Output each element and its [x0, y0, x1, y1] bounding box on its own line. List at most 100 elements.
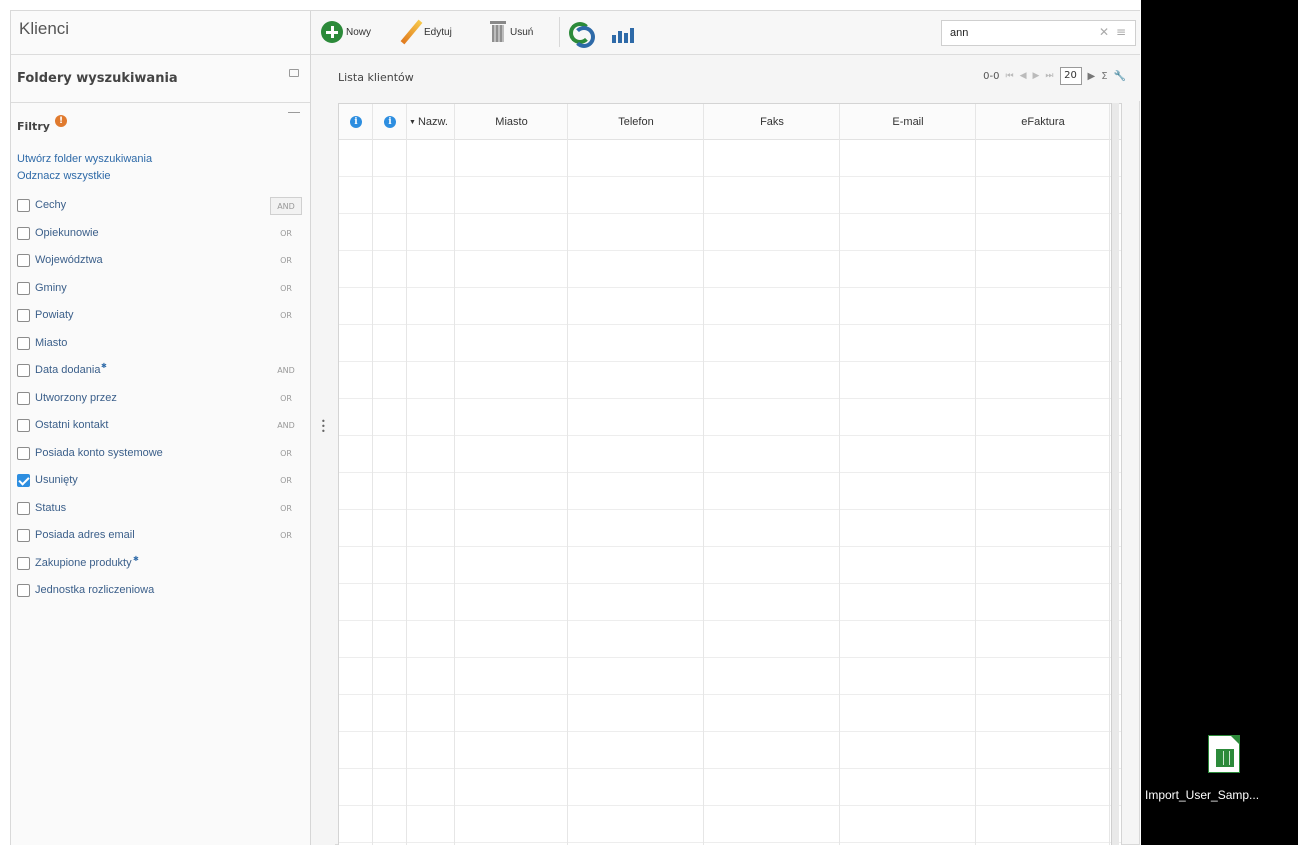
edit-button[interactable]: Edytuj: [401, 20, 452, 44]
desktop-file-label[interactable]: Import_User_Samp...: [1145, 788, 1259, 802]
filter-operator-toggle[interactable]: AND: [270, 197, 302, 215]
filter-operator-toggle[interactable]: OR: [270, 390, 302, 408]
column-header-efaktura[interactable]: eFaktura: [976, 104, 1110, 140]
filter-operator-toggle[interactable]: AND: [270, 417, 302, 435]
filter-item[interactable]: Ostatni kontakt AND: [17, 416, 302, 436]
grid-column: [407, 104, 455, 845]
filter-checkbox[interactable]: [17, 309, 30, 322]
delete-button-label: Usuń: [510, 26, 534, 38]
filter-item[interactable]: Województwa OR: [17, 251, 302, 271]
spreadsheet-file-icon[interactable]: [1208, 735, 1240, 773]
sum-icon[interactable]: Σ: [1101, 71, 1107, 82]
grid-column: [976, 104, 1110, 845]
filter-checkbox[interactable]: [17, 254, 30, 267]
filter-label: Data dodania: [35, 364, 101, 376]
warning-badge-icon: !: [55, 115, 67, 127]
filter-operator-toggle[interactable]: OR: [270, 280, 302, 298]
filter-checkbox[interactable]: [17, 227, 30, 240]
filter-item[interactable]: Status OR: [17, 499, 302, 519]
panel-splitter[interactable]: • • •: [311, 55, 335, 845]
filter-checkbox[interactable]: [17, 419, 30, 432]
filter-label: Posiada konto systemowe: [35, 447, 163, 459]
new-button[interactable]: Nowy: [321, 20, 371, 44]
menu-icon[interactable]: ≡: [1116, 25, 1126, 39]
pager-range: 0-0: [983, 70, 1000, 82]
page-size-field[interactable]: 20: [1059, 67, 1082, 85]
filter-operator-toggle[interactable]: OR: [270, 472, 302, 490]
filter-item[interactable]: Zakupione produkty ✱: [17, 554, 302, 574]
filter-checkbox[interactable]: [17, 282, 30, 295]
delete-button[interactable]: Usuń: [489, 20, 533, 44]
page-size-dropdown-icon[interactable]: ▶: [1088, 71, 1096, 82]
filter-item[interactable]: Powiaty OR: [17, 306, 302, 326]
filter-label: Posiada adres email: [35, 529, 135, 541]
filter-checkbox[interactable]: [17, 474, 30, 487]
column-header-name[interactable]: ▼ Nazw.: [407, 104, 455, 140]
filter-operator-toggle[interactable]: OR: [270, 445, 302, 463]
statistics-button[interactable]: [611, 20, 635, 44]
next-page-icon[interactable]: ▶: [1032, 71, 1039, 81]
filter-asterisk-icon: ✱: [133, 555, 139, 563]
column-header-fax[interactable]: Faks: [704, 104, 840, 140]
column-header-email[interactable]: E-mail: [840, 104, 976, 140]
chart-icon: [611, 20, 635, 44]
filter-checkbox[interactable]: [17, 584, 30, 597]
filter-checkbox[interactable]: [17, 364, 30, 377]
filter-item[interactable]: Jednostka rozliczeniowa: [17, 581, 302, 601]
column-header-label: eFaktura: [1021, 116, 1065, 128]
filter-checkbox[interactable]: [17, 199, 30, 212]
filter-label: Cechy: [35, 199, 67, 211]
create-search-folder-link[interactable]: Utwórz folder wyszukiwania: [17, 153, 152, 165]
drag-handle-icon[interactable]: • • •: [321, 418, 326, 436]
prev-page-icon[interactable]: ◀: [1020, 71, 1027, 81]
clients-grid: i i ▼ Nazw. Miasto Telefon Faks E-mail e…: [338, 103, 1122, 845]
filter-operator-toggle[interactable]: OR: [270, 527, 302, 545]
filter-label: Gminy: [35, 282, 67, 294]
filter-checkbox[interactable]: [17, 392, 30, 405]
filter-label: Status: [35, 502, 67, 514]
filter-item[interactable]: Cechy AND: [17, 196, 302, 216]
filter-checkbox[interactable]: [17, 502, 30, 515]
grid-header-bar: Lista klientów 0-0 ⏮ ◀ ▶ ⏭ 20 ▶ Σ 🔧: [335, 55, 1140, 101]
pencil-icon: [401, 20, 421, 44]
first-page-icon[interactable]: ⏮: [1005, 71, 1013, 81]
uncheck-all-link[interactable]: Odznacz wszystkie: [17, 170, 111, 182]
filter-item[interactable]: Posiada konto systemowe OR: [17, 444, 302, 464]
minimize-icon[interactable]: [288, 112, 300, 113]
filter-checkbox[interactable]: [17, 447, 30, 460]
add-icon: [321, 21, 343, 43]
column-header-phone[interactable]: Telefon: [568, 104, 704, 140]
column-header-info-1[interactable]: i: [339, 104, 373, 140]
clear-icon[interactable]: ✕: [1099, 25, 1109, 39]
column-header-city[interactable]: Miasto: [455, 104, 568, 140]
filter-operator-toggle[interactable]: OR: [270, 307, 302, 325]
column-header-info-2[interactable]: i: [373, 104, 407, 140]
edit-button-label: Edytuj: [424, 26, 452, 38]
filters-title[interactable]: Filtry: [17, 120, 50, 133]
grid-scrollbar[interactable]: [1111, 103, 1119, 845]
search-input[interactable]: [950, 25, 1090, 41]
filter-checkbox[interactable]: [17, 337, 30, 350]
filter-label: Opiekunowie: [35, 227, 99, 239]
filter-item[interactable]: Gminy OR: [17, 279, 302, 299]
maximize-icon[interactable]: [289, 69, 299, 77]
filter-operator-toggle[interactable]: OR: [270, 500, 302, 518]
filter-item[interactable]: Usunięty OR: [17, 471, 302, 491]
filter-operator-toggle[interactable]: OR: [270, 252, 302, 270]
filter-item[interactable]: Data dodania ✱ AND: [17, 361, 302, 381]
refresh-button[interactable]: [567, 20, 595, 48]
desktop-background: Import_User_Samp...: [1141, 0, 1298, 845]
filter-item[interactable]: Utworzony przez OR: [17, 389, 302, 409]
wrench-icon[interactable]: 🔧: [1114, 71, 1126, 82]
column-header-label: E-mail: [892, 116, 924, 128]
filter-operator-toggle[interactable]: AND: [270, 362, 302, 380]
filter-checkbox[interactable]: [17, 557, 30, 570]
filter-checkbox[interactable]: [17, 529, 30, 542]
filter-item[interactable]: Posiada adres email OR: [17, 526, 302, 546]
filter-item[interactable]: Opiekunowie OR: [17, 224, 302, 244]
column-header-label: Telefon: [618, 116, 654, 128]
search-folders-title[interactable]: Foldery wyszukiwania: [17, 71, 178, 86]
filter-item[interactable]: Miasto: [17, 334, 302, 354]
last-page-icon[interactable]: ⏭: [1045, 71, 1053, 81]
filter-operator-toggle[interactable]: OR: [270, 225, 302, 243]
